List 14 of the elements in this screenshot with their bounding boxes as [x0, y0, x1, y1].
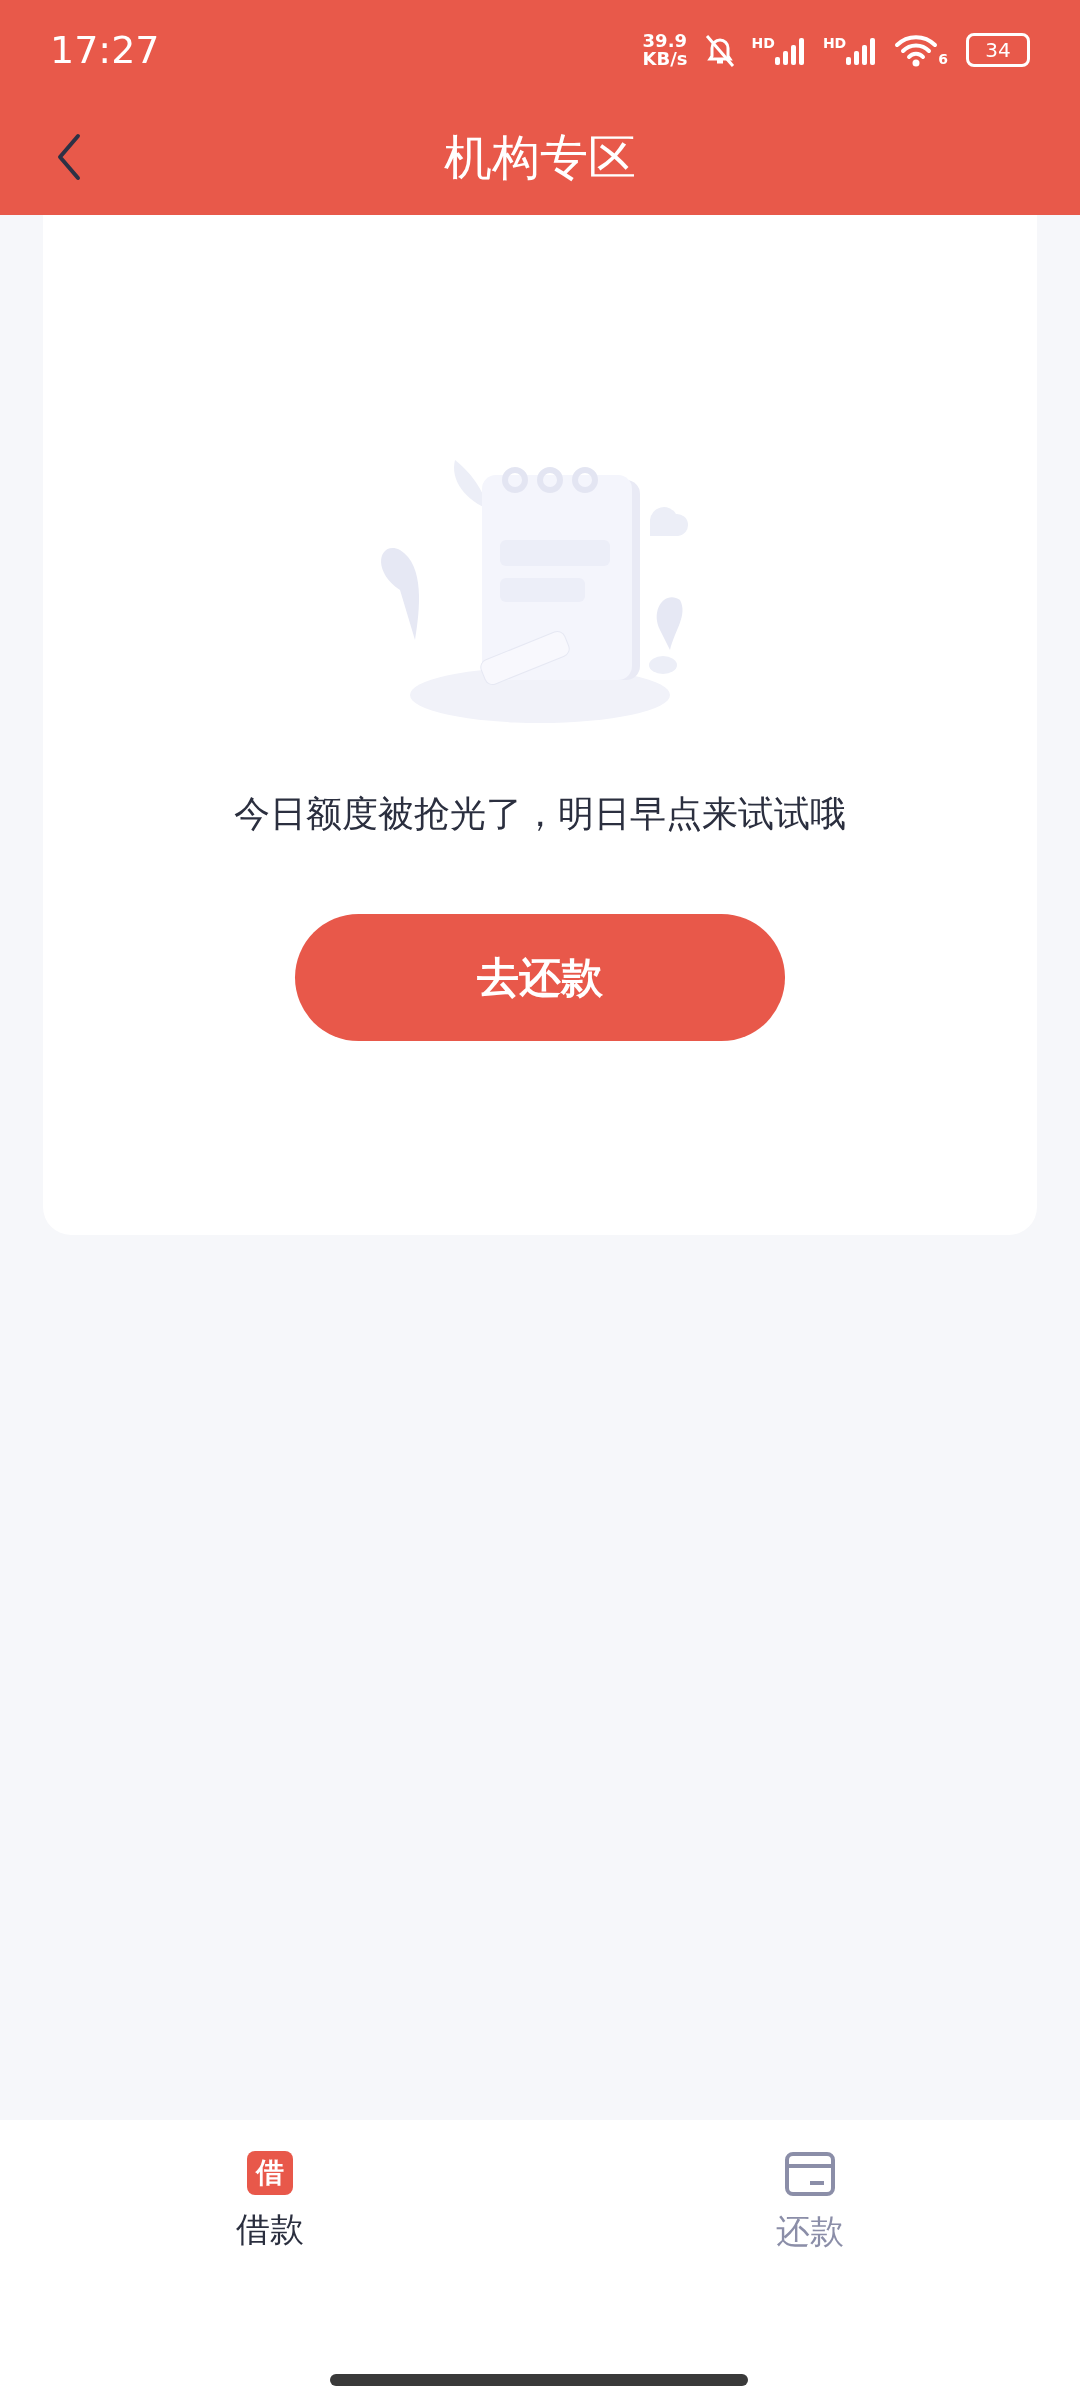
repay-button[interactable]: 去还款 — [295, 914, 785, 1041]
hd-label: HD — [822, 35, 847, 51]
wifi-label: 6 — [938, 51, 948, 67]
wifi-icon — [894, 33, 939, 67]
tab-icon: 借 — [247, 2151, 293, 2195]
network-speed: 39.9 KB/s — [642, 32, 688, 68]
status-time: 17:27 — [50, 28, 160, 72]
tab-item[interactable]: 还款 — [540, 2150, 1080, 2256]
tab-item[interactable]: 借 借款 — [0, 2150, 540, 2254]
hd-label: HD — [751, 35, 775, 51]
empty-message: 今日额度被抢光了，明日早点来试试哦 — [234, 792, 846, 836]
card-icon — [784, 2151, 836, 2197]
battery-icon: 34 — [966, 33, 1030, 67]
page-title: 机构专区 — [444, 127, 636, 187]
